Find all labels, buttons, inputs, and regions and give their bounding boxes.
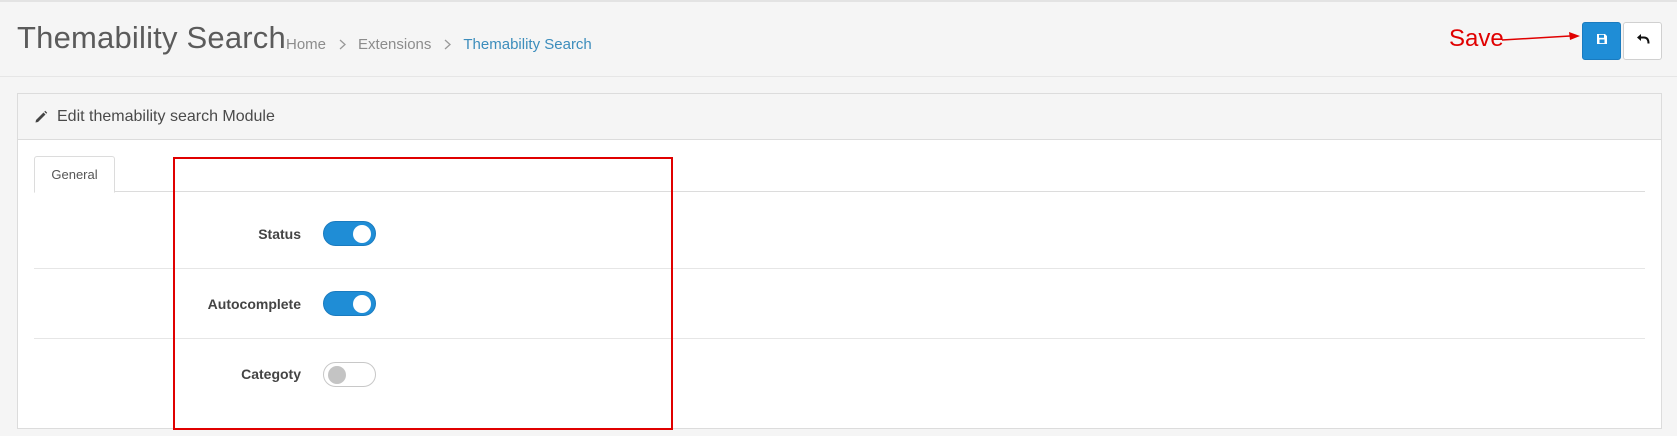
autocomplete-label: Autocomplete xyxy=(207,295,301,312)
panel-heading-title: Edit themability search Module xyxy=(57,107,275,125)
toggle-knob xyxy=(353,225,371,243)
page-title: Themability Search xyxy=(17,20,286,55)
floppy-disk-icon xyxy=(1596,32,1608,50)
form-row-autocomplete: Autocomplete xyxy=(34,269,1645,339)
back-button[interactable] xyxy=(1623,22,1662,60)
tab-general[interactable]: General xyxy=(34,156,115,193)
pencil-icon xyxy=(34,110,48,124)
status-toggle[interactable] xyxy=(323,221,376,246)
breadcrumb-current[interactable]: Themability Search xyxy=(463,36,591,53)
page-header: Themability Search Home Extensions Thema… xyxy=(0,0,1677,77)
panel-heading: Edit themability search Module xyxy=(18,94,1661,140)
tab-bar: General xyxy=(34,156,1645,193)
breadcrumb: Home Extensions Themability Search xyxy=(286,36,592,53)
status-label: Status xyxy=(258,225,301,242)
annotation-save-label: Save xyxy=(1449,25,1504,52)
category-label: Categoty xyxy=(241,366,301,382)
save-button[interactable] xyxy=(1582,22,1621,60)
chevron-right-icon xyxy=(339,37,346,53)
toggle-knob xyxy=(353,295,371,313)
autocomplete-toggle[interactable] xyxy=(323,291,376,316)
form-row-status: Status xyxy=(34,199,1645,269)
chevron-right-icon xyxy=(444,37,452,53)
breadcrumb-home[interactable]: Home xyxy=(286,36,326,53)
module-panel: Edit themability search Module General S… xyxy=(17,93,1662,429)
form-row-category: Categoty xyxy=(34,339,1645,409)
category-toggle[interactable] xyxy=(323,361,376,387)
reply-arrow-icon xyxy=(1636,32,1650,50)
toggle-knob xyxy=(328,365,346,384)
breadcrumb-extensions[interactable]: Extensions xyxy=(358,36,431,53)
